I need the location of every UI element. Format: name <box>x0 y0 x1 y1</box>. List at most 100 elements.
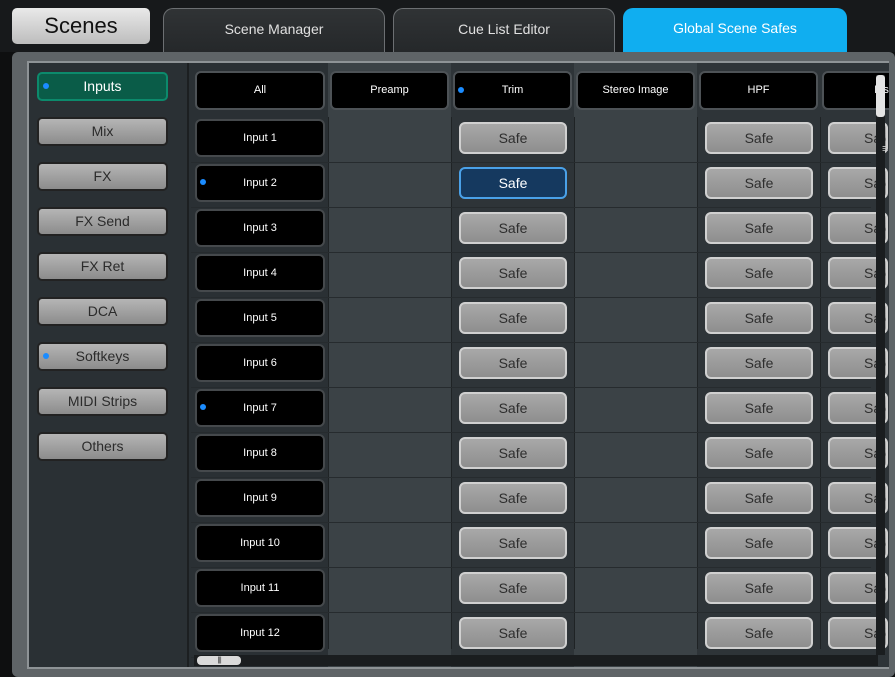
horizontal-scrollbar[interactable] <box>194 655 878 666</box>
safe-button-hpf-input-11[interactable]: Safe <box>705 572 813 604</box>
row-label-text: Input 11 <box>240 582 280 594</box>
main-panel: Inputs Mix FX FX Send FX Ret DCA Softkeys MIDI … <box>12 52 895 677</box>
safe-button-trim-input-2[interactable]: Safe <box>459 167 567 199</box>
safe-button-hpf-input-9[interactable]: Safe <box>705 482 813 514</box>
row-label-text: Input 8 <box>243 447 277 459</box>
row-divider <box>191 387 871 388</box>
sidebar-item-inputs[interactable]: Inputs <box>37 72 168 101</box>
sidebar-item-label: DCA <box>87 303 118 319</box>
safe-button-trim-input-5[interactable]: Safe <box>459 302 567 334</box>
column-divider <box>574 117 575 649</box>
safe-button-hpf-input-12[interactable]: Safe <box>705 617 813 649</box>
tab-global-scene-safes[interactable]: Global Scene Safes <box>623 8 847 52</box>
indicator-dot <box>43 353 49 359</box>
row-label-input-4[interactable]: Input 4 <box>195 254 325 292</box>
row-label-input-11[interactable]: Input 11 <box>195 569 325 607</box>
column-divider <box>328 117 329 649</box>
row-divider <box>191 567 871 568</box>
column-header-all[interactable]: All <box>195 71 325 110</box>
column-header-label: HPF <box>747 84 770 96</box>
row-label-input-1[interactable]: Input 1 <box>195 119 325 157</box>
column-background <box>328 63 451 667</box>
row-label-input-3[interactable]: Input 3 <box>195 209 325 247</box>
column-background <box>574 63 697 667</box>
sidebar-item-dca[interactable]: DCA <box>37 297 168 326</box>
column-header-trim[interactable]: Trim <box>453 71 572 110</box>
safe-button-trim-input-8[interactable]: Safe <box>459 437 567 469</box>
sidebar-item-label: FX <box>93 168 112 184</box>
safe-button-hpf-input-10[interactable]: Safe <box>705 527 813 559</box>
indicator-dot <box>200 404 206 410</box>
row-label-input-8[interactable]: Input 8 <box>195 434 325 472</box>
column-header-preamp[interactable]: Preamp <box>330 71 449 110</box>
sidebar-item-mix[interactable]: Mix <box>37 117 168 146</box>
column-header-label: Stereo Image <box>602 84 669 96</box>
safe-button-trim-input-4[interactable]: Safe <box>459 257 567 289</box>
safe-button-trim-input-11[interactable]: Safe <box>459 572 567 604</box>
safe-button-hpf-input-7[interactable]: Safe <box>705 392 813 424</box>
sidebar-item-label: Others <box>81 438 124 454</box>
sidebar-item-fx[interactable]: FX <box>37 162 168 191</box>
row-label-text: Input 3 <box>243 222 277 234</box>
row-label-text: Input 4 <box>243 267 277 279</box>
row-label-input-7[interactable]: Input 7 <box>195 389 325 427</box>
column-header-hpf[interactable]: HPF <box>699 71 818 110</box>
sidebar-item-label: Mix <box>91 123 114 139</box>
sidebar-item-label: Softkeys <box>75 348 130 364</box>
sidebar-item-fx-send[interactable]: FX Send <box>37 207 168 236</box>
row-divider <box>191 522 871 523</box>
row-label-text: Input 1 <box>243 132 277 144</box>
row-label-text: Input 5 <box>243 312 277 324</box>
row-label-input-5[interactable]: Input 5 <box>195 299 325 337</box>
safe-button-trim-input-7[interactable]: Safe <box>459 392 567 424</box>
row-divider <box>191 207 871 208</box>
tab-cue-list-editor[interactable]: Cue List Editor <box>393 8 615 52</box>
safe-button-trim-input-9[interactable]: Safe <box>459 482 567 514</box>
row-label-text: Input 2 <box>243 177 277 189</box>
safe-button-trim-input-3[interactable]: Safe <box>459 212 567 244</box>
sidebar-item-fx-ret[interactable]: FX Ret <box>37 252 168 281</box>
page-title: Scenes <box>12 8 150 44</box>
column-divider <box>451 117 452 649</box>
sidebar-item-label: FX Send <box>75 213 130 229</box>
row-divider <box>191 432 871 433</box>
sidebar-item-label: MIDI Strips <box>67 393 138 409</box>
safe-button-hpf-input-6[interactable]: Safe <box>705 347 813 379</box>
row-label-input-2[interactable]: Input 2 <box>195 164 325 202</box>
grip-icon: |||| <box>217 657 221 664</box>
sidebar-item-midi-strips[interactable]: MIDI Strips <box>37 387 168 416</box>
safe-button-trim-input-1[interactable]: Safe <box>459 122 567 154</box>
menu-icon[interactable]: ≡ <box>882 143 888 155</box>
safe-button-hpf-input-8[interactable]: Safe <box>705 437 813 469</box>
column-header-label: Preamp <box>370 84 409 96</box>
tab-scene-manager[interactable]: Scene Manager <box>163 8 385 52</box>
column-header-stereo-image[interactable]: Stereo Image <box>576 71 695 110</box>
safe-button-hpf-input-2[interactable]: Safe <box>705 167 813 199</box>
row-label-text: Input 12 <box>240 627 280 639</box>
indicator-dot <box>43 83 49 89</box>
safe-button-trim-input-6[interactable]: Safe <box>459 347 567 379</box>
safe-button-hpf-input-5[interactable]: Safe <box>705 302 813 334</box>
row-label-input-10[interactable]: Input 10 <box>195 524 325 562</box>
safe-button-hpf-input-1[interactable]: Safe <box>705 122 813 154</box>
column-divider <box>697 117 698 649</box>
row-label-input-12[interactable]: Input 12 <box>195 614 325 652</box>
row-label-input-6[interactable]: Input 6 <box>195 344 325 382</box>
row-divider <box>191 612 871 613</box>
sidebar-item-others[interactable]: Others <box>37 432 168 461</box>
column-divider <box>820 117 821 649</box>
sidebar-item-softkeys[interactable]: Softkeys <box>37 342 168 371</box>
safe-button-trim-input-10[interactable]: Safe <box>459 527 567 559</box>
safe-button-hpf-input-3[interactable]: Safe <box>705 212 813 244</box>
safe-button-hpf-input-4[interactable]: Safe <box>705 257 813 289</box>
row-label-input-9[interactable]: Input 9 <box>195 479 325 517</box>
vertical-scroll-thumb[interactable] <box>876 75 885 117</box>
indicator-dot <box>458 87 464 93</box>
column-header-label: All <box>253 84 267 96</box>
horizontal-scroll-thumb[interactable]: |||| <box>197 656 241 665</box>
safe-button-trim-input-12[interactable]: Safe <box>459 617 567 649</box>
row-label-text: Input 9 <box>243 492 277 504</box>
row-label-text: Input 7 <box>243 402 277 414</box>
vertical-scrollbar[interactable] <box>876 75 885 655</box>
safes-grid: AllPreampTrimStereo ImageHPFInsInput 1Sa… <box>191 63 889 667</box>
